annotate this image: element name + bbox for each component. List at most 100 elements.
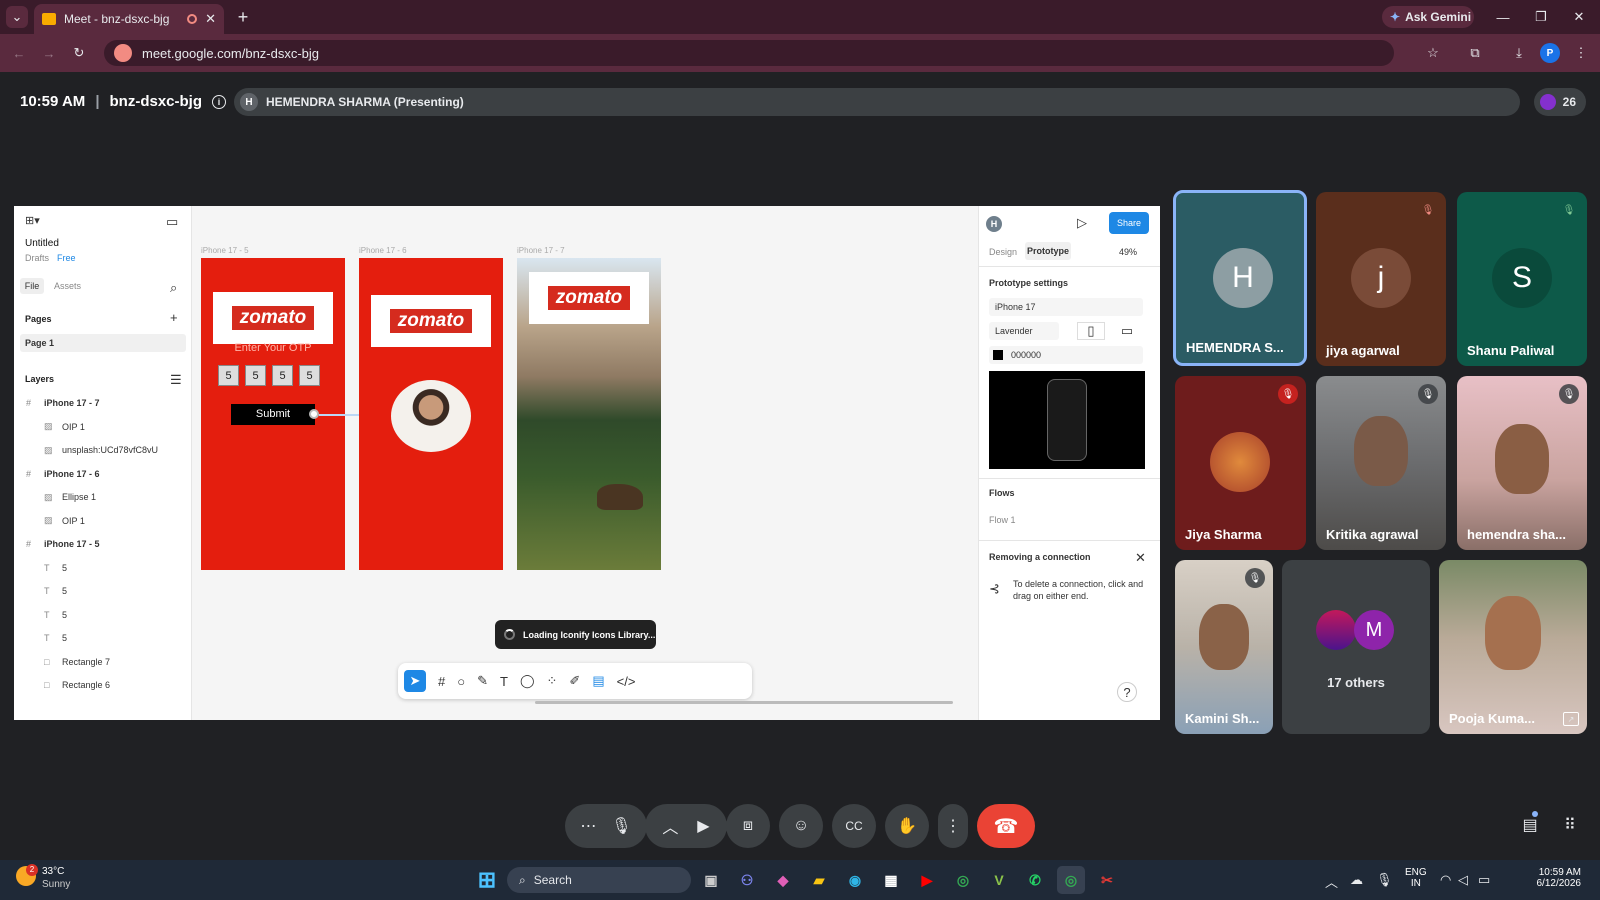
video-options-chevron-icon[interactable]: ︿ (662, 814, 678, 838)
layer-item[interactable]: □ Rectangle 7 (14, 651, 192, 673)
clock[interactable]: 10:59 AM 6/12/2026 (1505, 867, 1582, 889)
onedrive-icon[interactable]: ☁ (1350, 872, 1363, 888)
layer-item[interactable]: T5 (14, 557, 192, 579)
address-bar[interactable]: meet.google.com/bnz-dsxc-bjg (104, 40, 1394, 66)
ellipse-tool-icon[interactable]: ○ (457, 674, 465, 689)
activities-grid-icon[interactable]: ⠿ (1558, 813, 1582, 837)
device-select[interactable]: iPhone 17 (989, 298, 1143, 316)
close-hint-icon[interactable]: ✕ (1135, 550, 1146, 566)
download-icon[interactable]: ⤓ (1510, 44, 1528, 62)
tray-overflow-icon[interactable]: ︿ (1325, 872, 1338, 891)
comment-tool-icon[interactable]: ◯ (520, 673, 535, 689)
pip-icon[interactable]: ↗ (1563, 712, 1579, 726)
dev-mode-icon[interactable]: </> (617, 674, 636, 689)
camera-icon[interactable]: ▶ (697, 816, 709, 836)
file-explorer-icon[interactable]: ▰ (805, 866, 833, 894)
add-page-icon[interactable]: + (170, 310, 178, 325)
participant-tile[interactable]: 🎙 S Shanu Paliwal (1457, 192, 1587, 366)
ask-gemini-button[interactable]: ✦ Ask Gemini (1382, 6, 1474, 28)
layer-item[interactable]: # iPhone 17 - 5 (14, 533, 192, 555)
layer-item[interactable]: T5 (14, 627, 192, 649)
wifi-icon[interactable]: ◠ (1440, 872, 1451, 888)
participant-tile[interactable]: 🎙 Kritika agrawal (1316, 376, 1446, 550)
otp-digit[interactable]: 5 (218, 365, 239, 386)
components-icon[interactable]: ⁘ (547, 673, 558, 689)
windows-start-icon[interactable]: ⊞ (473, 866, 501, 894)
site-info-icon[interactable] (114, 44, 132, 62)
pen-tool-icon[interactable]: ✎ (477, 673, 488, 689)
layers-list-icon[interactable]: ☰ (170, 372, 182, 388)
language-indicator[interactable]: ENG IN (1405, 867, 1427, 889)
tab-design[interactable]: Design (989, 247, 1017, 257)
tab-search-chevron-icon[interactable]: ⌄ (6, 6, 28, 28)
chrome-icon[interactable]: ◎ (949, 866, 977, 894)
layer-item[interactable]: T5 (14, 580, 192, 602)
figma-menu-icon[interactable]: ⊞▾ (25, 214, 40, 227)
layer-item[interactable]: □ Rectangle 6 (14, 674, 192, 696)
raise-hand-icon[interactable]: ✋ (885, 804, 929, 848)
volume-icon[interactable]: ◁ (1458, 872, 1468, 888)
snipping-tool-icon[interactable]: ✂ (1093, 866, 1121, 894)
chrome-menu-icon[interactable]: ⋮ (1572, 44, 1590, 62)
share-button[interactable]: Share (1109, 212, 1149, 234)
otp-digit[interactable]: 5 (272, 365, 293, 386)
present-play-icon[interactable]: ▷ (1077, 215, 1087, 231)
layer-item[interactable]: # iPhone 17 - 7 (14, 392, 192, 414)
vim-icon[interactable]: V (985, 866, 1013, 894)
chat-icon[interactable]: ▤ (1518, 813, 1542, 837)
otp-digit[interactable]: 5 (299, 365, 320, 386)
tab-file[interactable]: File (20, 278, 44, 294)
back-icon[interactable]: ← (10, 44, 28, 62)
layer-item[interactable]: ▨ Ellipse 1 (14, 486, 192, 508)
tab-assets[interactable]: Assets (54, 281, 81, 291)
battery-icon[interactable]: ▭ (1478, 872, 1490, 888)
browser-tab[interactable]: Meet - bnz-dsxc-bjg ✕ (34, 4, 224, 34)
panel-toggle-icon[interactable]: ▭ (166, 214, 178, 230)
connection-handle[interactable] (309, 409, 319, 419)
chrome-active-icon[interactable]: ◎ (1057, 866, 1085, 894)
others-tile[interactable]: M 17 others (1282, 560, 1430, 734)
store-icon[interactable]: ▦ (877, 866, 905, 894)
figma-canvas[interactable]: iPhone 17 - 5 iPhone 17 - 6 iPhone 17 - … (192, 206, 978, 720)
flow-item[interactable]: Flow 1 (989, 515, 1016, 525)
meeting-details-icon[interactable]: i (212, 94, 227, 109)
file-name[interactable]: Untitled (25, 238, 59, 249)
layer-item[interactable]: ▨ OIP 1 (14, 416, 192, 438)
tray-mic-icon[interactable]: 🎙 (1376, 872, 1393, 888)
participant-tile[interactable]: H HEMENDRA S... (1173, 190, 1307, 366)
profile-avatar[interactable]: P (1540, 43, 1560, 63)
landscape-icon[interactable]: ▭ (1113, 322, 1141, 340)
participant-tile[interactable]: Pooja Kuma... ↗ (1439, 560, 1587, 734)
youtube-icon[interactable]: ▶ (913, 866, 941, 894)
horizontal-scrollbar[interactable] (535, 701, 953, 704)
submit-button[interactable]: Submit (231, 404, 315, 425)
close-tab-icon[interactable]: ✕ (205, 11, 216, 27)
color-swatch[interactable] (993, 350, 1003, 360)
participant-tile[interactable]: 🎙 Kamini Sh... (1175, 560, 1273, 734)
portrait-icon[interactable]: ▯ (1077, 322, 1105, 340)
layer-item[interactable]: # iPhone 17 - 6 (14, 463, 192, 485)
whatsapp-icon[interactable]: ✆ (1021, 866, 1049, 894)
background-color-field[interactable]: 000000 (989, 346, 1143, 364)
design-mode-icon[interactable]: ▤ (592, 673, 604, 689)
new-tab-icon[interactable]: + (232, 6, 254, 28)
move-tool-icon[interactable]: ➤ (404, 670, 426, 692)
help-button[interactable]: ? (1117, 682, 1137, 702)
layer-item[interactable]: T5 (14, 604, 192, 626)
presenting-banner[interactable]: H HEMENDRA SHARMA (Presenting) (234, 88, 1520, 116)
forward-icon[interactable]: → (40, 44, 58, 62)
minimize-icon[interactable]: — (1494, 8, 1512, 26)
frame-tool-icon[interactable]: # (438, 674, 445, 689)
more-options-icon[interactable]: ⋮ (938, 804, 968, 848)
task-view-icon[interactable]: ▣ (697, 866, 725, 894)
taskbar-search[interactable]: ⌕ Search (507, 867, 691, 893)
otp-digit[interactable]: 5 (245, 365, 266, 386)
extensions-icon[interactable]: ⧉ (1466, 44, 1484, 62)
captions-icon[interactable]: CC (832, 804, 876, 848)
layer-item[interactable]: ▨ unsplash:UCd78vfC8vU (14, 439, 192, 461)
close-window-icon[interactable]: ✕ (1570, 8, 1588, 26)
draw-mode-icon[interactable]: ✐ (569, 673, 580, 689)
participants-button[interactable]: 26 (1534, 88, 1586, 116)
layer-item[interactable]: ▨ OIP 1 (14, 510, 192, 532)
user-avatar[interactable]: H (986, 216, 1002, 232)
